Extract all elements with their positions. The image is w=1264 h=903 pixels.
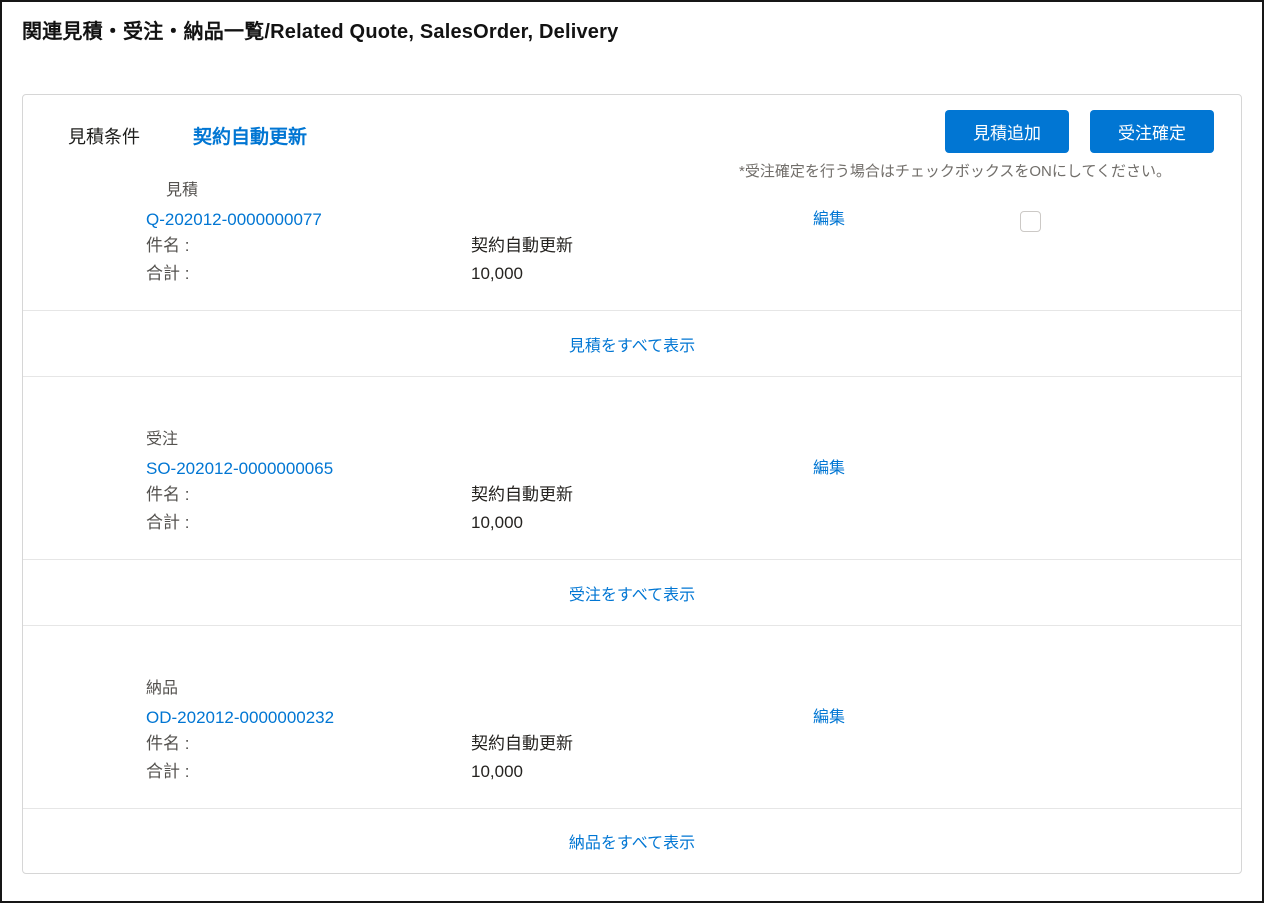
quote-edit-link[interactable]: 編集 [813, 209, 845, 231]
quote-record-row: Q-202012-0000000077 編集 [23, 208, 1241, 232]
confirm-order-checkbox[interactable] [1020, 211, 1041, 232]
show-all-quotes-link[interactable]: 見積をすべて表示 [569, 332, 695, 356]
order-total-value: 10,000 [471, 509, 523, 537]
order-total-row: 合計 : 10,000 [23, 509, 1241, 537]
order-section-label: 受注 [146, 429, 1241, 451]
quote-subject-value: 契約自動更新 [471, 232, 573, 260]
delivery-subject-row: 件名 : 契約自動更新 [23, 730, 1241, 758]
delivery-subject-label: 件名 : [146, 730, 471, 758]
quote-condition-link[interactable]: 契約自動更新 [193, 126, 307, 149]
confirm-order-note: *受注確定を行う場合はチェックボックスをONにしてください。 [739, 161, 1171, 183]
quote-section-label: 見積 [166, 180, 1241, 202]
order-edit-link[interactable]: 編集 [813, 458, 845, 480]
delivery-total-value: 10,000 [471, 758, 523, 786]
quote-condition-label: 見積条件 [68, 126, 193, 149]
related-records-card: 見積条件 契約自動更新 見積追加 受注確定 *受注確定を行う場合はチェックボック… [22, 94, 1242, 874]
order-subject-label: 件名 : [146, 481, 471, 509]
show-all-orders-link[interactable]: 受注をすべて表示 [569, 581, 695, 605]
order-section: 受注 SO-202012-0000000065 編集 件名 : 契約自動更新 合… [23, 429, 1241, 559]
order-subject-value: 契約自動更新 [471, 481, 573, 509]
delivery-edit-link[interactable]: 編集 [813, 707, 845, 729]
delivery-subject-value: 契約自動更新 [471, 730, 573, 758]
add-quote-button[interactable]: 見積追加 [945, 110, 1069, 153]
show-all-deliveries-row: 納品をすべて表示 [23, 808, 1241, 873]
quote-subject-label: 件名 : [146, 232, 471, 260]
order-subject-row: 件名 : 契約自動更新 [23, 481, 1241, 509]
order-total-label: 合計 : [146, 509, 471, 537]
quote-total-row: 合計 : 10,000 [23, 260, 1241, 288]
show-all-quotes-row: 見積をすべて表示 [23, 310, 1241, 377]
order-record-link[interactable]: SO-202012-0000000065 [146, 459, 333, 478]
header-buttons: 見積追加 受注確定 [945, 110, 1214, 153]
quote-section: 見積 Q-202012-0000000077 編集 件名 : 契約自動更新 合計… [23, 180, 1241, 310]
quote-subject-row: 件名 : 契約自動更新 [23, 232, 1241, 260]
quote-record-link[interactable]: Q-202012-0000000077 [146, 210, 322, 229]
show-all-deliveries-link[interactable]: 納品をすべて表示 [569, 829, 695, 853]
show-all-orders-row: 受注をすべて表示 [23, 559, 1241, 626]
order-record-row: SO-202012-0000000065 編集 [23, 457, 1241, 481]
delivery-section: 納品 OD-202012-0000000232 編集 件名 : 契約自動更新 合… [23, 678, 1241, 808]
delivery-total-row: 合計 : 10,000 [23, 758, 1241, 786]
delivery-total-label: 合計 : [146, 758, 471, 786]
delivery-section-label: 納品 [146, 678, 1241, 700]
quote-total-value: 10,000 [471, 260, 523, 288]
delivery-record-row: OD-202012-0000000232 編集 [23, 706, 1241, 730]
confirm-order-button[interactable]: 受注確定 [1090, 110, 1214, 153]
delivery-record-link[interactable]: OD-202012-0000000232 [146, 708, 334, 727]
quote-total-label: 合計 : [146, 260, 471, 288]
card-header: 見積条件 契約自動更新 見積追加 受注確定 *受注確定を行う場合はチェックボック… [23, 95, 1241, 180]
page-title: 関連見積・受注・納品一覧/Related Quote, SalesOrder, … [22, 17, 1242, 47]
